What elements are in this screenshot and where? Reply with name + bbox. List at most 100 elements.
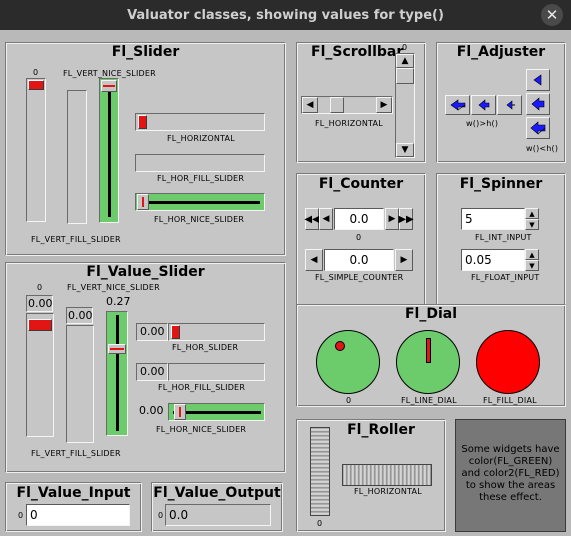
adjuster-h-fast[interactable] xyxy=(445,95,470,115)
float-spinner-up-button[interactable]: ▲ xyxy=(525,249,539,260)
slider-hor-fill-label: FL_HOR_FILL_SLIDER xyxy=(157,174,245,183)
fl-slider-group: Fl_Slider 0 FL_VERT_NICE_SLIDER FL_VERT_… xyxy=(5,42,286,256)
spinner-label-1: FL_INT_INPUT xyxy=(475,233,532,242)
hslider1-value: 0.00 xyxy=(136,323,168,341)
hor-fill-slider[interactable] xyxy=(135,154,265,172)
value-slider-vert-nice-track xyxy=(116,315,119,431)
adjuster-h-medium[interactable] xyxy=(471,95,496,115)
adjuster-v-slow[interactable] xyxy=(526,69,550,91)
value-input-field[interactable]: 0 xyxy=(26,504,130,526)
slider-zero-label: 0 xyxy=(33,68,39,77)
hslider3-value: 0.00 xyxy=(136,403,168,421)
vert-nice-slider[interactable] xyxy=(99,78,119,223)
close-icon: ✕ xyxy=(545,6,559,24)
fill-dial[interactable] xyxy=(476,330,540,394)
scroll-left-button[interactable]: ◀ xyxy=(302,97,318,113)
vslider1-value: 0.00 xyxy=(26,295,53,312)
vslider-hor-nice-label: FL_HOR_NICE_SLIDER xyxy=(156,425,247,434)
small-arrow-icon xyxy=(506,100,515,110)
int-spinner-up-button[interactable]: ▲ xyxy=(525,208,539,219)
close-button[interactable]: ✕ xyxy=(541,4,563,26)
counter-fast-dec-button[interactable]: ◀◀ xyxy=(304,208,320,230)
fl-roller-group: Fl_Roller 0 FL_HORIZONTAL xyxy=(296,419,446,532)
value-slider-hor[interactable] xyxy=(168,323,265,341)
value-slider-hor-nice-knob[interactable] xyxy=(174,404,186,420)
fl-adjuster-group: Fl_Adjuster w()>h() w()<h() xyxy=(436,42,566,163)
slider-hor-nice-label: FL_HOR_NICE_SLIDER xyxy=(154,215,245,224)
value-slider-vertical[interactable] xyxy=(26,313,54,437)
counter-label-2: FL_SIMPLE_COUNTER xyxy=(315,273,404,282)
vertical-roller[interactable] xyxy=(310,427,330,516)
slider-vert-nice-label: FL_VERT_NICE_SLIDER xyxy=(63,69,156,78)
counter-inc-button[interactable]: ▶ xyxy=(385,208,399,230)
value-output-label: 0 xyxy=(158,511,164,520)
scroll-right-button[interactable]: ▶ xyxy=(376,97,392,113)
float-spinner-down-button[interactable]: ▼ xyxy=(525,260,539,271)
fl-scrollbar-title: Fl_Scrollbar xyxy=(311,44,404,60)
adjuster-label-2: w()<h() xyxy=(526,144,559,153)
int-spinner-value[interactable]: 5 xyxy=(461,208,525,230)
hor-nice-slider[interactable] xyxy=(135,193,265,211)
vertical-scrollbar-thumb[interactable] xyxy=(396,68,414,84)
double-arrow-icon xyxy=(530,121,546,135)
line-dial[interactable] xyxy=(396,330,460,394)
horizontal-slider-knob[interactable] xyxy=(138,115,147,129)
counter-label-1: 0 xyxy=(356,233,362,242)
arrow-icon xyxy=(531,97,545,111)
vert-nice-slider-track xyxy=(108,83,111,217)
spinner-label-2: FL_FLOAT_INPUT xyxy=(471,273,540,282)
horizontal-roller[interactable] xyxy=(342,464,432,486)
horizontal-slider[interactable] xyxy=(135,113,265,131)
line-dial-pointer xyxy=(426,338,431,363)
value-slider-vertical-knob[interactable] xyxy=(28,319,52,331)
value-slider-hor-knob[interactable] xyxy=(171,325,180,339)
color-note: Some widgets have color(FL_GREEN) and co… xyxy=(455,419,566,532)
value-slider-hor-fill[interactable] xyxy=(168,363,265,381)
counter-dec-button[interactable]: ◀ xyxy=(319,208,333,230)
simple-counter-dec-button[interactable]: ◀ xyxy=(305,249,323,271)
vertical-slider-knob[interactable] xyxy=(28,80,44,90)
horizontal-scrollbar[interactable]: ◀ ▶ xyxy=(301,96,393,114)
scrollbar-horizontal-label: FL_HORIZONTAL xyxy=(315,119,383,128)
float-spinner-value[interactable]: 0.05 xyxy=(461,249,525,271)
dial-label-1: 0 xyxy=(346,396,352,405)
adjuster-label-1: w()>h() xyxy=(466,119,499,128)
vslider3-value: 0.27 xyxy=(106,294,131,311)
fl-counter-group: Fl_Counter ◀◀ ◀ 0.0 ▶ ▶▶ 0 ◀ 0.0 ▶ FL_SI… xyxy=(296,173,426,324)
value-slider-vert-nice[interactable] xyxy=(106,311,128,436)
fl-spinner-group: Fl_Spinner 5 ▲ ▼ FL_INT_INPUT 0.05 ▲ ▼ F… xyxy=(436,173,566,324)
normal-dial[interactable] xyxy=(316,330,380,394)
simple-counter-value[interactable]: 0.0 xyxy=(324,249,394,271)
vslider2-value: 0.00 xyxy=(66,307,93,324)
window-titlebar: Valuator classes, showing values for typ… xyxy=(0,0,571,30)
simple-counter-inc-button[interactable]: ▶ xyxy=(395,249,413,271)
counter-value[interactable]: 0.0 xyxy=(334,208,384,230)
scroll-up-button[interactable]: ▲ xyxy=(396,54,414,68)
value-slider-vert-fill[interactable] xyxy=(66,325,94,443)
vert-fill-slider[interactable] xyxy=(67,90,87,224)
fl-value-output-title: Fl_Value_Output xyxy=(153,485,281,501)
value-slider-hor-nice[interactable] xyxy=(168,403,265,421)
double-arrow-icon xyxy=(449,99,465,111)
window-title: Valuator classes, showing values for typ… xyxy=(127,7,444,23)
value-slider-vert-nice-knob[interactable] xyxy=(108,344,126,354)
fl-value-slider-title: Fl_Value_Slider xyxy=(86,264,205,280)
vert-nice-slider-knob[interactable] xyxy=(101,80,117,92)
hslider2-value: 0.00 xyxy=(136,363,168,381)
adjuster-v-fast[interactable] xyxy=(526,117,550,139)
vertical-slider[interactable] xyxy=(26,78,46,222)
adjuster-h-slow[interactable] xyxy=(497,95,522,115)
horizontal-scrollbar-thumb[interactable] xyxy=(330,97,344,113)
vertical-scrollbar[interactable]: ▲ ▼ xyxy=(395,53,415,158)
counter-fast-inc-button[interactable]: ▶▶ xyxy=(398,208,414,230)
roller-zero-label: 0 xyxy=(317,519,323,528)
fl-slider-title: Fl_Slider xyxy=(111,44,180,60)
value-output-field: 0.0 xyxy=(165,504,271,526)
scroll-down-button[interactable]: ▼ xyxy=(396,143,414,157)
hor-nice-slider-knob[interactable] xyxy=(137,194,149,210)
fl-counter-title: Fl_Counter xyxy=(318,176,404,192)
fl-value-slider-group: Fl_Value_Slider 0 FL_VERT_NICE_SLIDER 0.… xyxy=(5,262,286,473)
int-spinner-down-button[interactable]: ▼ xyxy=(525,219,539,230)
roller-horizontal-label: FL_HORIZONTAL xyxy=(354,487,422,496)
adjuster-v-medium[interactable] xyxy=(526,93,550,115)
